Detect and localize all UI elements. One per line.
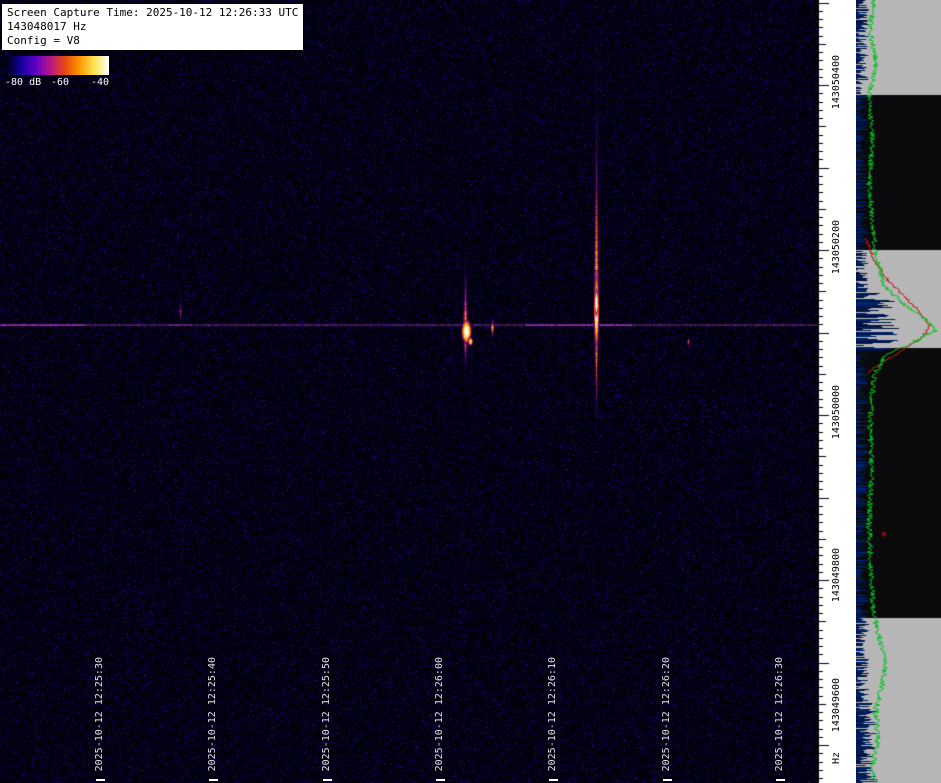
frequency-axis: 143050400 143050200 143050000 143049800 1430… bbox=[818, 0, 856, 783]
capture-info-box: Screen Capture Time: 2025-10-12 12:26:33… bbox=[1, 3, 304, 51]
frequency-axis-unit: Hz bbox=[831, 752, 842, 764]
spectrum-panel bbox=[856, 0, 941, 783]
time-axis-label: 2025-10-12 12:25:30 bbox=[94, 657, 105, 771]
time-axis-label: 2025-10-12 12:25:50 bbox=[321, 657, 332, 771]
frequency-axis-label: 143050400 bbox=[831, 55, 842, 109]
color-scale-min-label: -80 dB bbox=[5, 77, 41, 88]
config-text: Config = V8 bbox=[7, 34, 298, 48]
time-axis-label: 2025-10-12 12:25:40 bbox=[207, 657, 218, 771]
center-frequency-text: 143048017 Hz bbox=[7, 20, 298, 34]
time-axis-tick bbox=[96, 779, 105, 781]
time-axis-tick bbox=[323, 779, 332, 781]
color-scale: -80 dB -60 -40 bbox=[5, 56, 109, 89]
time-axis-label: 2025-10-12 12:26:30 bbox=[774, 657, 785, 771]
color-scale-mid-label: -60 bbox=[51, 77, 69, 88]
color-scale-labels: -80 dB -60 -40 bbox=[5, 77, 109, 89]
color-scale-max-label: -40 bbox=[91, 77, 109, 88]
frequency-axis-label: 143050200 bbox=[831, 220, 842, 274]
time-axis-tick bbox=[663, 779, 672, 781]
frequency-axis-label: 143050000 bbox=[831, 385, 842, 439]
capture-time-text: Screen Capture Time: 2025-10-12 12:26:33… bbox=[7, 6, 298, 20]
frequency-axis-label: 143049800 bbox=[831, 548, 842, 602]
spectrum-canvas bbox=[856, 0, 941, 783]
color-scale-bar bbox=[5, 56, 109, 75]
frequency-axis-label: 143049600 bbox=[831, 678, 842, 732]
time-axis-label: 2025-10-12 12:26:10 bbox=[547, 657, 558, 771]
screen-capture: 2025-10-12 12:25:30 2025-10-12 12:25:40 20… bbox=[0, 0, 941, 783]
time-axis-tick bbox=[209, 779, 218, 781]
time-axis-tick bbox=[549, 779, 558, 781]
time-axis-tick bbox=[436, 779, 445, 781]
time-axis: 2025-10-12 12:25:30 2025-10-12 12:25:40 20… bbox=[0, 0, 818, 783]
time-axis-label: 2025-10-12 12:26:20 bbox=[661, 657, 672, 771]
time-axis-label: 2025-10-12 12:26:00 bbox=[434, 657, 445, 771]
time-axis-tick bbox=[776, 779, 785, 781]
